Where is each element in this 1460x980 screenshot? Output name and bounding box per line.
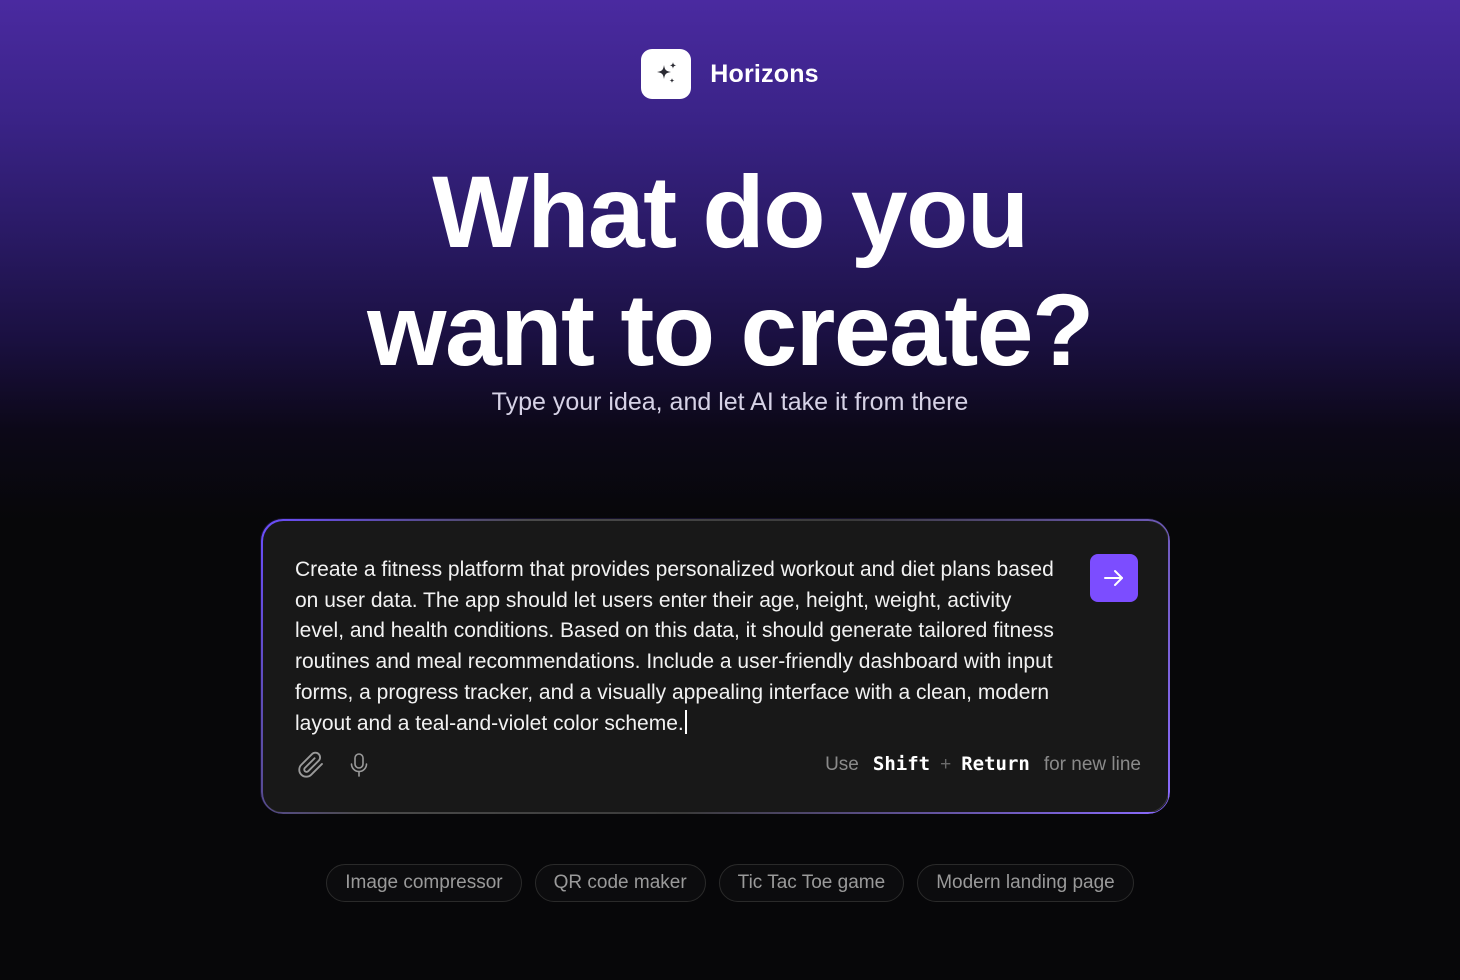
hero-title-line-2: want to create? xyxy=(367,273,1094,387)
hero-title: What do you want to create? xyxy=(0,153,1460,389)
microphone-icon xyxy=(348,752,370,778)
attach-button[interactable] xyxy=(296,750,326,780)
suggestion-chips: Image compressor QR code maker Tic Tac T… xyxy=(0,864,1460,902)
shift-key-label: Shift xyxy=(872,753,931,775)
brand-header: Horizons xyxy=(0,49,1460,99)
prompt-box: Create a fitness platform that provides … xyxy=(261,519,1169,813)
hero-title-line-1: What do you xyxy=(432,155,1029,269)
send-button[interactable] xyxy=(1090,554,1138,602)
hint-suffix: for new line xyxy=(1043,754,1141,775)
paperclip-icon xyxy=(297,751,325,779)
suggestion-chip-landing-page[interactable]: Modern landing page xyxy=(917,864,1134,902)
hero-subtitle: Type your idea, and let AI take it from … xyxy=(491,388,969,416)
arrow-right-icon xyxy=(1101,565,1127,591)
microphone-button[interactable] xyxy=(346,750,372,780)
return-key-label: Return xyxy=(961,753,1030,775)
suggestion-chip-tic-tac-toe[interactable]: Tic Tac Toe game xyxy=(718,864,905,902)
suggestion-chip-qr-code-maker[interactable]: QR code maker xyxy=(534,864,706,902)
text-caret xyxy=(684,709,687,734)
newline-hint: Use Shift + Return for new line xyxy=(825,753,1141,776)
brand-name: Horizons xyxy=(710,59,819,88)
hint-plus: + xyxy=(940,754,952,775)
sparkles-icon xyxy=(651,59,681,89)
suggestion-chip-image-compressor[interactable]: Image compressor xyxy=(326,864,522,902)
prompt-input-value: Create a fitness platform that provides … xyxy=(295,558,1054,735)
brand-logo[interactable] xyxy=(641,49,692,99)
hint-prefix: Use xyxy=(825,754,859,775)
prompt-input[interactable]: Create a fitness platform that provides … xyxy=(295,555,1065,739)
